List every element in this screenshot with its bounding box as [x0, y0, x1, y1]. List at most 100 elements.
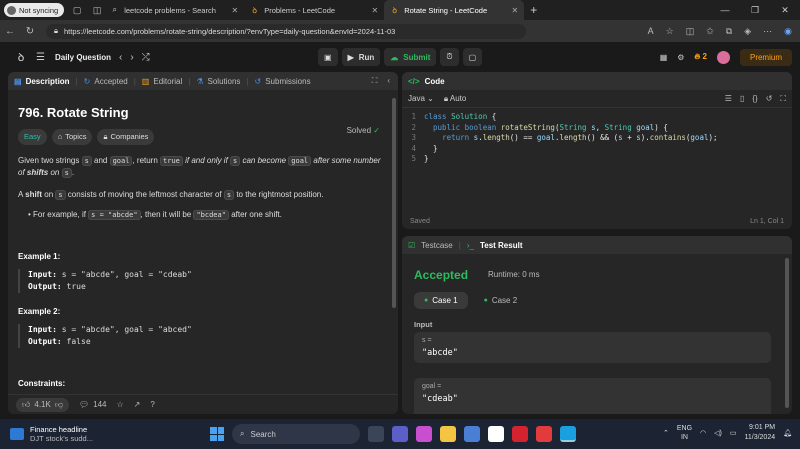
tab-solutions[interactable]: ⚗ Solutions [190, 72, 246, 90]
dot-icon: ● [483, 297, 488, 304]
daily-question-label[interactable]: Daily Question [55, 53, 111, 62]
close-icon[interactable]: ✕ [231, 6, 238, 15]
favorites-icon[interactable]: ✩ [706, 26, 714, 37]
submit-button[interactable]: ☁ Submit [384, 48, 437, 66]
volume-icon[interactable]: ◁) [714, 429, 722, 437]
problem-list-icon[interactable]: ☰ [36, 52, 45, 63]
browser-tab-problems[interactable]: ꝺ Problems - LeetCode ✕ [244, 0, 384, 20]
auto-mode-toggle[interactable]: 🔒︎ Auto [444, 94, 467, 104]
favorite-star-icon[interactable]: ☆ [116, 400, 123, 409]
tab-description[interactable]: ▤ Description [8, 72, 76, 90]
collections-icon[interactable]: ⧉ [726, 26, 732, 37]
avatar[interactable] [716, 50, 730, 64]
braces-icon[interactable]: {} [752, 94, 757, 104]
code-status-bar: Saved Ln 1, Col 1 [402, 213, 792, 229]
restore-icon[interactable]: ❐ [740, 0, 770, 20]
url-field[interactable]: 🔒︎ https://leetcode.com/problems/rotate-… [46, 23, 526, 39]
mcafee-icon[interactable] [512, 426, 528, 442]
thumbs-down-icon[interactable]: 👎︎ [55, 400, 63, 410]
clock[interactable]: 9:01 PM 11/3/2024 [744, 423, 775, 443]
scrollbar[interactable] [392, 98, 396, 308]
new-tab-button[interactable]: + [530, 3, 537, 17]
shuffle-icon[interactable]: ⤮ [142, 52, 150, 63]
edge-icon[interactable] [560, 426, 576, 442]
help-icon[interactable]: ? [150, 400, 154, 409]
case-1-tab[interactable]: ● Case 1 [414, 292, 468, 309]
tab-actions-icon[interactable]: ◫ [90, 3, 104, 17]
input-heading: Input [414, 320, 433, 329]
tab-accepted[interactable]: ↻ Accepted [78, 72, 134, 90]
runtime-label: Runtime: 0 ms [488, 270, 540, 279]
debug-button[interactable]: ▣ [318, 48, 338, 66]
maximize-icon[interactable]: ⛶ [372, 76, 378, 86]
format-icon[interactable]: ☰ [725, 94, 732, 104]
back-icon[interactable]: ← [0, 26, 20, 37]
next-problem-icon[interactable]: › [130, 52, 133, 63]
news-widget[interactable]: Finance headline DJT stock's sudd... [10, 425, 93, 443]
prev-problem-icon[interactable]: ‹ [119, 52, 122, 63]
case-2-tab[interactable]: ● Case 2 [474, 292, 528, 309]
copilot-icon[interactable]: ◉ [784, 26, 792, 37]
tab-submissions[interactable]: ↺ Submissions [249, 72, 317, 90]
leetcode-logo-icon[interactable]: ꝺ [14, 50, 28, 64]
close-icon[interactable]: ✕ [511, 6, 518, 15]
timer-button[interactable]: ⏰︎ [440, 48, 459, 66]
like-button[interactable]: 👍︎ 4.1K 👎︎ [16, 397, 69, 412]
notes-button[interactable]: ▢ [462, 48, 483, 66]
text: after one shift. [228, 210, 282, 219]
maximize-icon[interactable]: ⛶ [780, 94, 786, 104]
bell-icon[interactable]: 🔔︎ [783, 429, 792, 437]
chevron-up-icon[interactable]: ⌃ [663, 429, 669, 437]
browser-tab-rotate-string[interactable]: ꝺ Rotate String - LeetCode ✕ [384, 0, 525, 20]
copilot-icon[interactable] [416, 426, 432, 442]
settings-gear-icon[interactable]: ⚙ [677, 53, 684, 62]
refresh-icon[interactable]: ↻ [20, 26, 40, 37]
scrollbar[interactable] [785, 258, 789, 408]
language-indicator[interactable]: ENG IN [677, 424, 692, 442]
streak-counter[interactable]: 🔥︎ 2 [694, 52, 707, 62]
comments-button[interactable]: 💬︎ 144 [79, 400, 107, 409]
lock-icon: 🔒︎ [443, 93, 449, 103]
battery-icon[interactable]: ▭ [730, 429, 737, 437]
tab-label: Submissions [265, 76, 311, 86]
companies-button[interactable]: 🔒︎ Companies [97, 129, 155, 145]
more-icon[interactable]: ⋯ [763, 26, 772, 37]
windows-start-icon[interactable] [210, 427, 224, 441]
premium-button[interactable]: Premium [739, 48, 792, 66]
share-icon[interactable]: ↗ [134, 400, 141, 409]
solved-badge: Solved ✓ [347, 125, 380, 137]
teams-icon[interactable] [392, 426, 408, 442]
minimize-icon[interactable]: — [710, 0, 740, 20]
text: shift [25, 190, 43, 199]
inline-code: s [61, 168, 72, 178]
tab-testcase[interactable]: Testcase [421, 241, 453, 250]
run-button[interactable]: ▶ Run [341, 48, 381, 66]
read-aloud-icon[interactable]: A [648, 26, 654, 36]
favorite-star-icon[interactable]: ☆ [666, 26, 674, 37]
close-window-icon[interactable]: ✕ [770, 0, 800, 20]
language-select[interactable]: Java ⌄ [408, 94, 434, 103]
close-icon[interactable]: ✕ [371, 6, 378, 15]
shield-icon[interactable]: ◈ [744, 26, 751, 37]
taskbar-search[interactable]: ⌕ Search [232, 424, 360, 444]
task-view-icon[interactable] [368, 426, 384, 442]
profile-button[interactable]: Not syncing [4, 3, 65, 17]
tab-editorial[interactable]: ▥ Editorial [136, 72, 188, 90]
browser-tab-search[interactable]: ⌕ leetcode problems - Search ✕ [104, 0, 244, 20]
topics-button[interactable]: ⌂ Topics [51, 129, 93, 145]
collapse-icon[interactable]: ‹ [387, 76, 390, 86]
list-item: • For example, if s = "abcde", then it w… [28, 210, 282, 220]
bookmark-icon[interactable]: ▯ [740, 94, 744, 104]
store-icon[interactable] [464, 426, 480, 442]
reset-icon[interactable]: ↺ [766, 94, 773, 104]
office-icon[interactable] [536, 426, 552, 442]
layout-icon[interactable]: ▦ [660, 53, 668, 62]
code-editor[interactable]: 1 class Solution { 2 public boolean rotat… [402, 108, 792, 165]
workspaces-icon[interactable]: ▢ [70, 3, 84, 17]
file-explorer-icon[interactable] [440, 426, 456, 442]
split-screen-icon[interactable]: ◫ [686, 26, 695, 37]
app-l-icon[interactable] [488, 426, 504, 442]
inline-code: s [55, 190, 66, 200]
tab-test-result[interactable]: Test Result [480, 241, 523, 250]
wifi-icon[interactable]: ◠ [700, 429, 706, 437]
